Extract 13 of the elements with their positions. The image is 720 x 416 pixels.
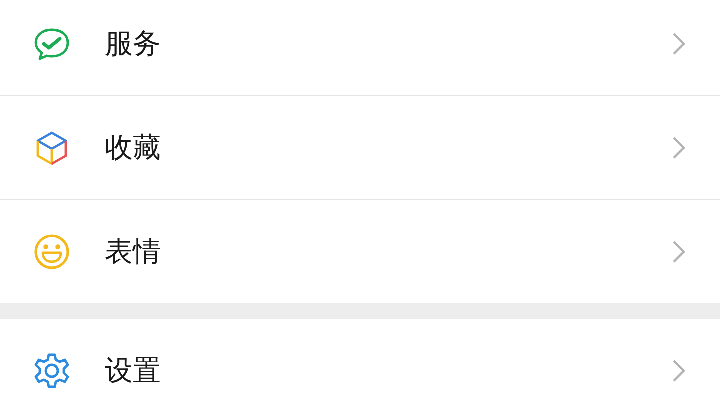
menu-label: 服务 [105,26,162,62]
chevron-icon [672,32,686,56]
menu-item[interactable]: 服务 [0,0,720,96]
chevron-icon [672,358,686,382]
menu-label: 表情 [105,234,162,270]
menu-item[interactable]: 设置 [0,319,720,416]
menu-item[interactable]: 收藏 [0,96,720,200]
menu-item[interactable]: 表情 [0,200,720,303]
chevron-icon [672,240,686,264]
smiley-icon [32,232,72,272]
menu-label: 收藏 [105,130,162,166]
menu-label: 设置 [105,352,162,388]
chevron-icon [672,136,686,160]
